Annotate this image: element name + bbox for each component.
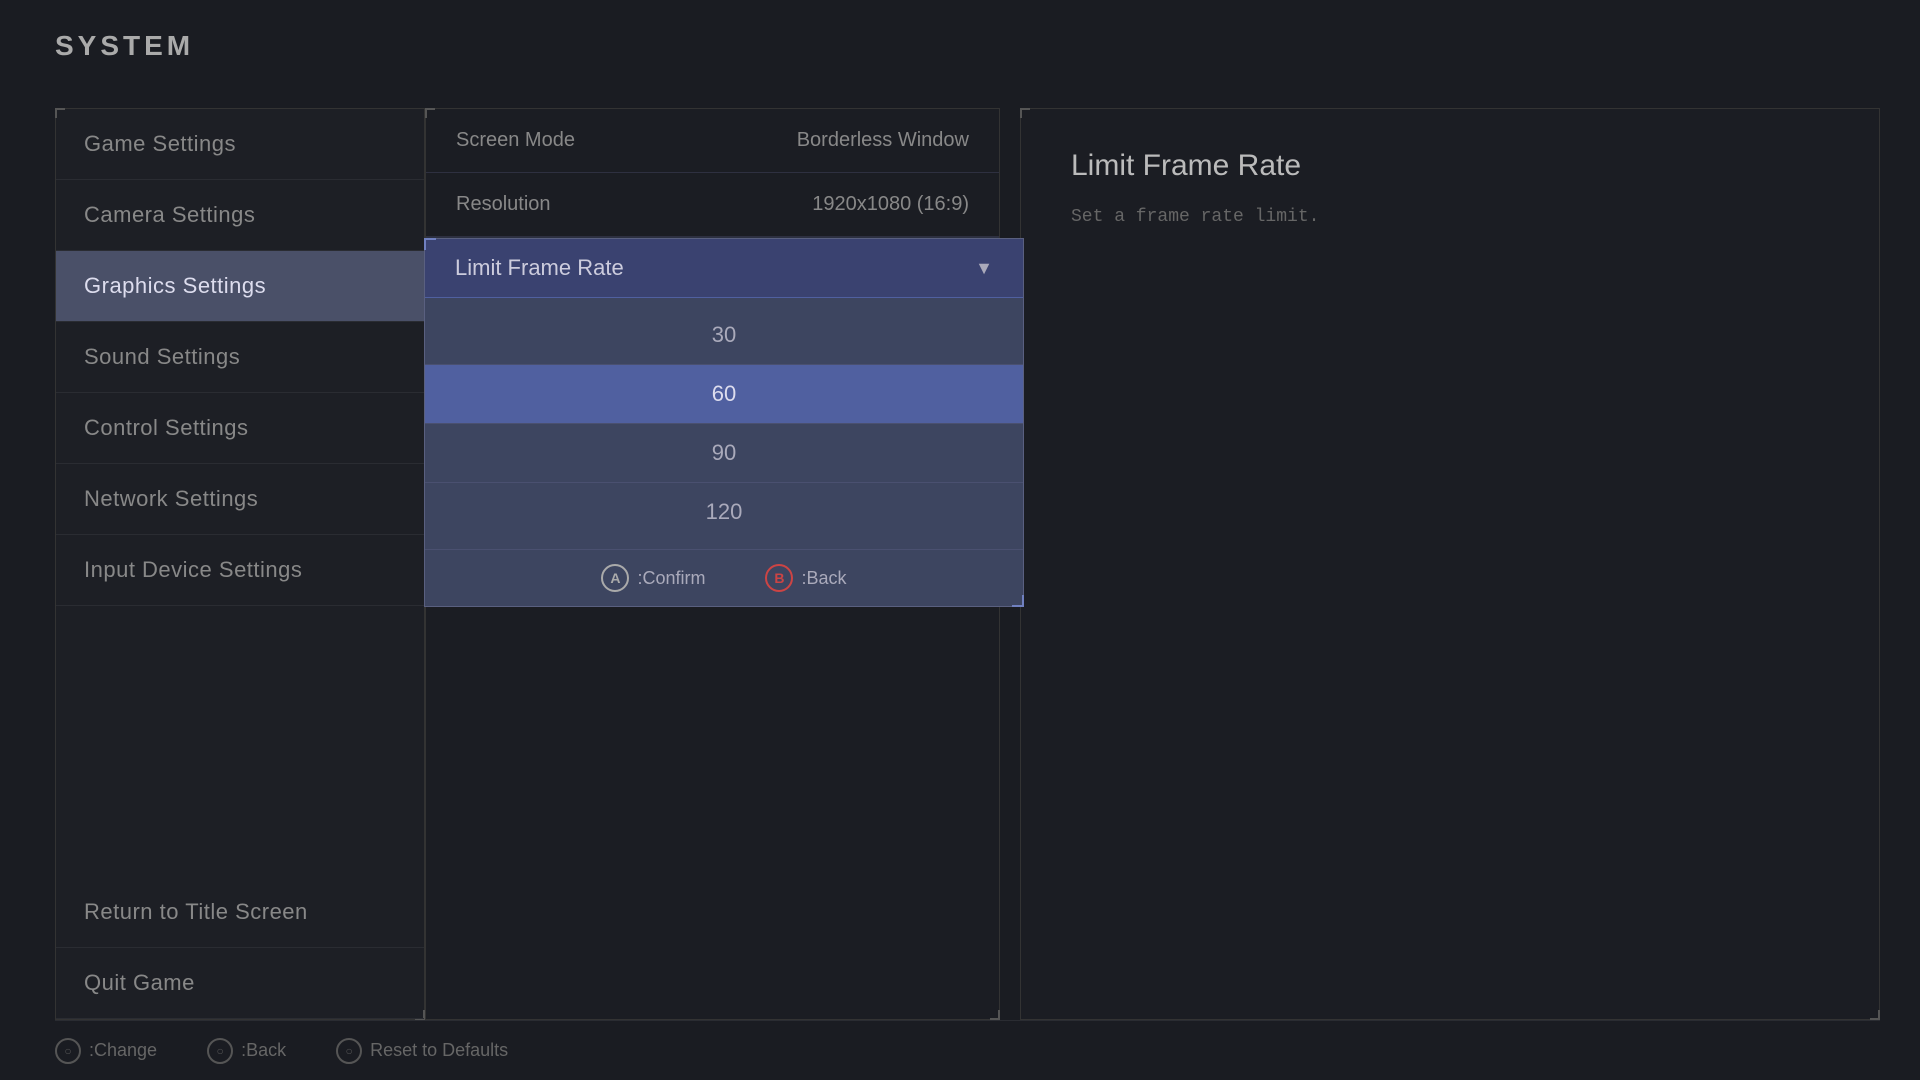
sidebar-item-return-title[interactable]: Return to Title Screen [56,877,424,948]
sidebar-item-quit-game[interactable]: Quit Game [56,948,424,1019]
confirm-label: :Confirm [637,568,705,589]
sidebar: Game Settings Camera Settings Graphics S… [55,108,425,1020]
sidebar-bottom: Return to Title Screen Quit Game [56,877,424,1019]
dropdown-header: Limit Frame Rate ▼ [425,239,1023,298]
dropdown-option-30[interactable]: 30 [425,306,1023,365]
sidebar-item-camera-settings[interactable]: Camera Settings [56,180,424,251]
bottom-bar: ○ :Change ○ :Back ○ Reset to Defaults [55,1020,1880,1080]
confirm-button-icon: A [601,564,629,592]
right-panel: Limit Frame Rate Set a frame rate limit. [1020,108,1880,1020]
dropdown-title: Limit Frame Rate [455,255,624,281]
back-bottom-label: :Back [241,1040,286,1061]
resolution-row[interactable]: Resolution 1920x1080 (16:9) [426,173,999,237]
screen-mode-value: Borderless Window [797,129,969,152]
change-icon: ○ [55,1038,81,1064]
back-label: :Back [801,568,846,589]
reset-hint: ○ Reset to Defaults [336,1038,508,1064]
dropdown-arrow-icon: ▼ [975,258,993,279]
system-title: SYSTEM [55,30,194,62]
back-button-icon: B [765,564,793,592]
screen-mode-row[interactable]: Screen Mode Borderless Window [426,109,999,173]
sidebar-item-sound-settings[interactable]: Sound Settings [56,322,424,393]
right-panel-title: Limit Frame Rate [1071,149,1829,183]
sidebar-item-control-settings[interactable]: Control Settings [56,393,424,464]
sidebar-item-network-settings[interactable]: Network Settings [56,464,424,535]
sidebar-item-input-device-settings[interactable]: Input Device Settings [56,535,424,606]
dropdown-modal: Limit Frame Rate ▼ 30 60 90 120 A :Confi… [424,238,1024,607]
screen-mode-label: Screen Mode [456,129,575,152]
reset-icon: ○ [336,1038,362,1064]
back-bottom-hint: ○ :Back [207,1038,286,1064]
right-panel-description: Set a frame rate limit. [1071,203,1829,232]
confirm-hint: A :Confirm [601,564,705,592]
dropdown-footer: A :Confirm B :Back [425,549,1023,606]
dropdown-option-90[interactable]: 90 [425,424,1023,483]
sidebar-item-game-settings[interactable]: Game Settings [56,109,424,180]
dropdown-options: 30 60 90 120 [425,298,1023,549]
back-hint: B :Back [765,564,846,592]
back-bottom-icon: ○ [207,1038,233,1064]
reset-label: Reset to Defaults [370,1040,508,1061]
change-hint: ○ :Change [55,1038,157,1064]
change-label: :Change [89,1040,157,1061]
dropdown-option-60[interactable]: 60 [425,365,1023,424]
resolution-value: 1920x1080 (16:9) [812,193,969,216]
sidebar-item-graphics-settings[interactable]: Graphics Settings [56,251,424,322]
dropdown-option-120[interactable]: 120 [425,483,1023,541]
resolution-label: Resolution [456,193,551,216]
